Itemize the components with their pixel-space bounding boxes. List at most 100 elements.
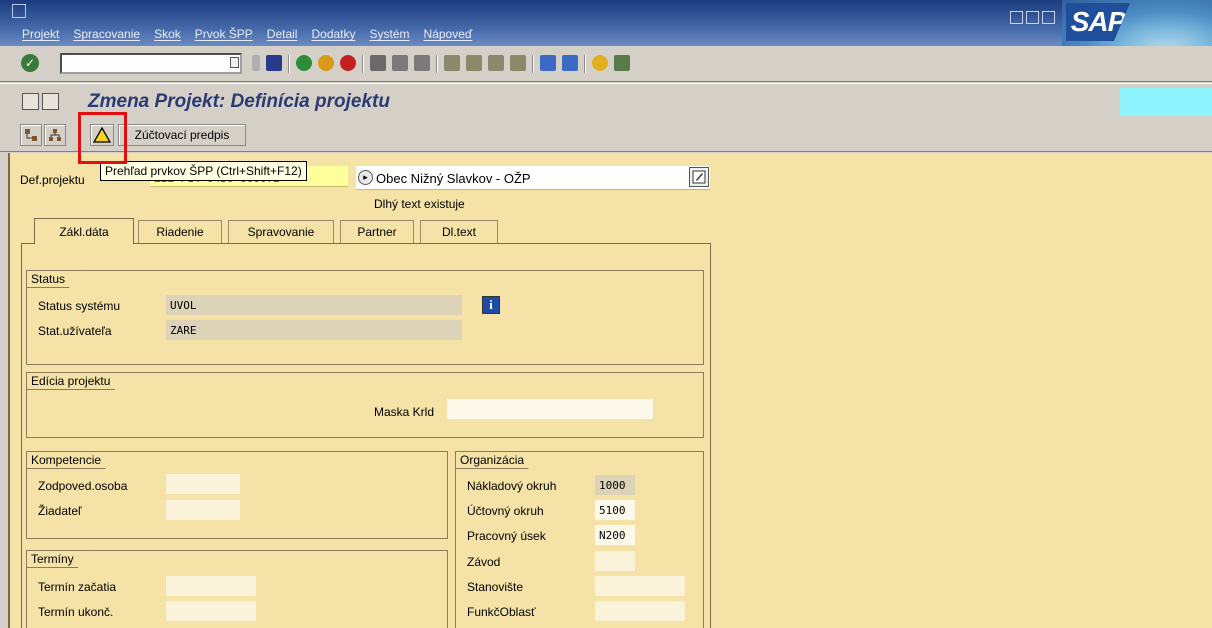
toolbar-separator bbox=[288, 55, 290, 73]
menu-detail[interactable]: Detail bbox=[267, 27, 298, 41]
structure-icon[interactable] bbox=[20, 124, 42, 146]
application-toolbar: Zúčtovací predpis bbox=[0, 119, 1212, 152]
requester-label: Žiadateľ bbox=[38, 504, 82, 518]
back-icon[interactable] bbox=[296, 55, 312, 71]
organization-group-title: Organizácia bbox=[455, 451, 540, 469]
edit-text-icon[interactable] bbox=[689, 167, 709, 187]
previous-page-icon[interactable] bbox=[466, 55, 482, 71]
tab-partner[interactable]: Partner bbox=[340, 220, 414, 243]
shortcut-icon[interactable] bbox=[562, 55, 578, 71]
cost-area-field: 1000 bbox=[595, 475, 635, 495]
cancel-icon[interactable] bbox=[340, 55, 356, 71]
title-bar: Zmena Projekt: Definícia projektu bbox=[0, 83, 1212, 119]
toolbar-separator bbox=[362, 55, 364, 73]
cost-area-label: Nákladový okruh bbox=[467, 479, 557, 493]
dates-group-title: Termíny bbox=[26, 550, 90, 568]
next-page-icon[interactable] bbox=[488, 55, 504, 71]
tooltip: Prehľad prvkov ŠPP (Ctrl+Shift+F12) bbox=[100, 161, 307, 181]
user-status-field: ZARE bbox=[166, 320, 462, 340]
tab-riadenie[interactable]: Riadenie bbox=[138, 220, 222, 243]
long-text-status: Dlhý text existuje bbox=[374, 197, 465, 211]
command-history-icon[interactable] bbox=[230, 57, 239, 68]
toolbar-separator bbox=[584, 55, 586, 73]
edition-group-title: Edícia projektu bbox=[26, 372, 126, 390]
document-icon[interactable] bbox=[42, 93, 59, 110]
system-status-label: Status systému bbox=[38, 299, 121, 313]
end-date-label: Termín ukonč. bbox=[38, 605, 114, 619]
start-date-label: Termín začatia bbox=[38, 580, 117, 594]
last-page-icon[interactable] bbox=[510, 55, 526, 71]
language-icon[interactable]: ▸ bbox=[358, 170, 373, 185]
user-status-label: Stat.užívateľa bbox=[38, 324, 112, 338]
toolbar-separator bbox=[436, 55, 438, 73]
command-field[interactable] bbox=[60, 53, 242, 74]
business-area-input[interactable]: N200 bbox=[595, 525, 635, 545]
system-status-field: UVOL bbox=[166, 295, 462, 315]
window-controls bbox=[1010, 11, 1055, 24]
maximize-icon[interactable] bbox=[1026, 11, 1039, 24]
location-label: Stanovište bbox=[467, 580, 524, 594]
responsible-input[interactable] bbox=[166, 474, 240, 494]
menu-napoved[interactable]: Nápoveď bbox=[424, 27, 473, 41]
minimize-icon[interactable] bbox=[1010, 11, 1023, 24]
hierarchy-icon[interactable] bbox=[44, 124, 66, 146]
accounting-rule-button[interactable]: Zúčtovací predpis bbox=[118, 124, 246, 146]
business-area-label: Pracovný úsek bbox=[467, 529, 546, 543]
description-text: Obec Nižný Slavkov - OŽP bbox=[376, 171, 531, 186]
company-code-input[interactable]: 5100 bbox=[595, 500, 635, 520]
info-icon[interactable]: i bbox=[482, 296, 500, 314]
mask-label: Maska Krld bbox=[374, 405, 435, 419]
tab-zakl-data[interactable]: Zákl.dáta bbox=[34, 218, 134, 244]
company-code-label: Účtovný okruh bbox=[467, 504, 544, 518]
menu-dodatky[interactable]: Dodatky bbox=[311, 27, 355, 41]
toolbar-icons bbox=[252, 55, 630, 73]
menu-skok[interactable]: Skok bbox=[154, 27, 181, 41]
print-icon[interactable] bbox=[370, 55, 386, 71]
functional-area-label: FunkčOblasť bbox=[467, 605, 536, 619]
sap-window: { "menu": { "items": ["Projekt", "Spraco… bbox=[0, 0, 1212, 628]
menu-system[interactable]: Systém bbox=[370, 27, 410, 41]
new-session-icon[interactable] bbox=[540, 55, 556, 71]
layout-menu-icon[interactable] bbox=[614, 55, 630, 71]
requester-input[interactable] bbox=[166, 500, 240, 520]
toolbar-separator bbox=[532, 55, 534, 73]
find-icon[interactable] bbox=[392, 55, 408, 71]
plant-input[interactable] bbox=[595, 551, 635, 571]
tab-dl-text[interactable]: Dl.text bbox=[420, 220, 498, 243]
close-icon[interactable] bbox=[1042, 11, 1055, 24]
competence-group: Kompetencie bbox=[26, 451, 448, 539]
status-indicator bbox=[1120, 88, 1212, 116]
save-icon[interactable] bbox=[266, 55, 282, 71]
main-menu: Projekt Spracovanie Skok Prvok ŠPP Detai… bbox=[22, 27, 472, 41]
project-icon[interactable] bbox=[22, 93, 39, 110]
menu-spracovanie[interactable]: Spracovanie bbox=[73, 27, 140, 41]
menu-projekt[interactable]: Projekt bbox=[22, 27, 59, 41]
enter-icon[interactable]: ✓ bbox=[21, 54, 39, 72]
menu-bar: Projekt Spracovanie Skok Prvok ŠPP Detai… bbox=[0, 0, 1212, 46]
functional-area-input[interactable] bbox=[595, 601, 685, 621]
end-date-input[interactable] bbox=[166, 601, 256, 621]
location-input[interactable] bbox=[595, 576, 685, 596]
status-group-title: Status bbox=[26, 270, 81, 288]
title-icons bbox=[22, 93, 59, 110]
status-group: Status bbox=[26, 270, 704, 365]
mask-input[interactable] bbox=[447, 399, 653, 419]
def-project-label: Def.projektu bbox=[20, 173, 85, 187]
back-arrow-icon[interactable] bbox=[252, 55, 260, 71]
highlight-box bbox=[78, 112, 127, 164]
competence-group-title: Kompetencie bbox=[26, 451, 117, 469]
help-icon[interactable] bbox=[592, 55, 608, 71]
responsible-label: Zodpoved.osoba bbox=[38, 479, 128, 493]
exit-icon[interactable] bbox=[318, 55, 334, 71]
tab-spravovanie[interactable]: Spravovanie bbox=[228, 220, 334, 243]
menu-prvok-spp[interactable]: Prvok ŠPP bbox=[195, 27, 253, 41]
start-date-input[interactable] bbox=[166, 576, 256, 596]
standard-toolbar: ✓ bbox=[0, 46, 1212, 82]
plant-label: Závod bbox=[467, 555, 501, 569]
left-border bbox=[8, 153, 10, 628]
find-next-icon[interactable] bbox=[414, 55, 430, 71]
page-title: Zmena Projekt: Definícia projektu bbox=[88, 91, 390, 112]
system-menu-icon[interactable] bbox=[12, 4, 26, 18]
sap-logo-text: SAP bbox=[1066, 3, 1130, 41]
first-page-icon[interactable] bbox=[444, 55, 460, 71]
